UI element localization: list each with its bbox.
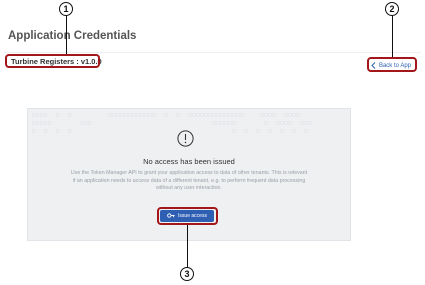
callout-marker-1: 1 [59, 2, 73, 16]
callout-marker-2: 2 [385, 2, 399, 16]
decorative-pattern: □□□□ □ □ □□□□□□□□□□□□ □ □ □□□□□□□□□□□□□□… [32, 112, 301, 118]
callout-highlight-2 [367, 57, 417, 72]
no-access-description: Use the Token Manager API to grant your … [70, 170, 308, 192]
no-access-title: No access has been issued [143, 157, 235, 166]
callout-highlight-3 [157, 207, 218, 225]
callout-leader-1 [66, 16, 67, 54]
callout-marker-3: 3 [180, 267, 194, 281]
decorative-pattern: □ □ □ □ □ □ □ □ □ □ □ [32, 128, 309, 134]
decorative-pattern: □□□□□ □□□ □□□□□□ □ □□□□ □□□ [32, 120, 313, 126]
callout-leader-3 [187, 225, 188, 268]
callout-highlight-1 [5, 54, 100, 68]
page-title: Application Credentials [8, 30, 137, 42]
exclamation-circle-icon [177, 130, 194, 147]
callout-leader-2 [392, 16, 393, 57]
